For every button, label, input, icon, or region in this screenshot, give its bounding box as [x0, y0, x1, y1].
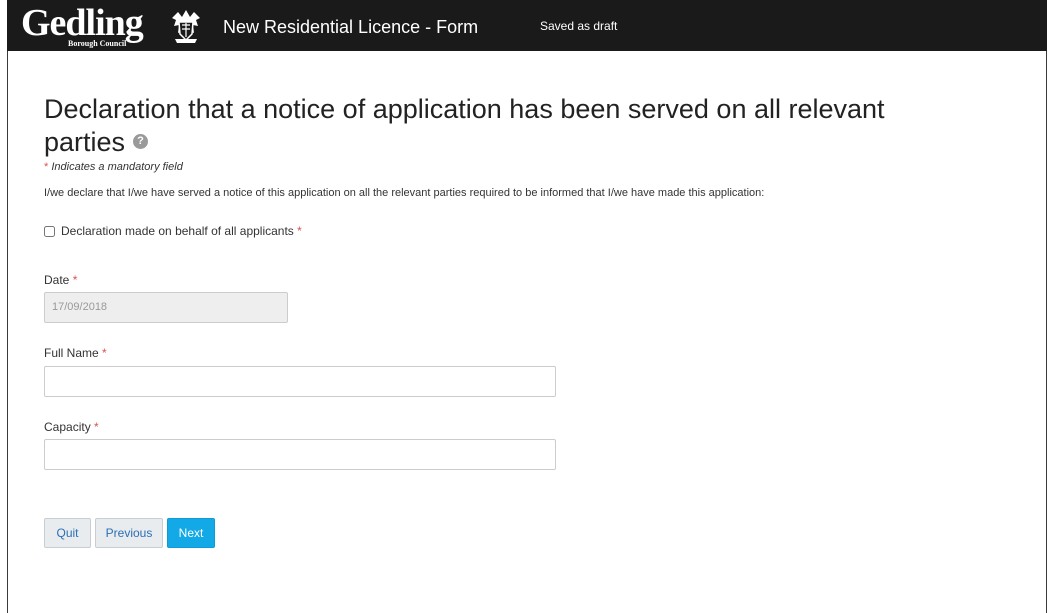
capacity-label-text: Capacity	[44, 420, 91, 434]
app-title: New Residential Licence - Form	[223, 17, 479, 37]
quit-button[interactable]: Quit	[44, 518, 91, 548]
declaration-checkbox-row[interactable]: Declaration made on behalf of all applic…	[44, 224, 302, 238]
previous-button[interactable]: Previous	[95, 518, 163, 548]
next-button[interactable]: Next	[167, 518, 215, 548]
full-name-input[interactable]	[44, 366, 556, 397]
required-marker: *	[102, 346, 107, 360]
checkbox-label-text: Declaration made on behalf of all applic…	[61, 224, 294, 238]
required-marker: *	[297, 224, 302, 238]
required-marker: *	[94, 420, 99, 434]
save-status: Saved as draft	[540, 19, 618, 33]
page-heading: Declaration that a notice of application…	[44, 93, 904, 159]
required-marker: *	[44, 161, 49, 173]
council-logo[interactable]: Gedling Borough Council	[21, 2, 201, 48]
declaration-checkbox[interactable]	[44, 225, 55, 237]
header-bar: Gedling Borough Council New Residential …	[7, 0, 1047, 51]
checkbox-label: Declaration made on behalf of all applic…	[61, 224, 302, 238]
full-name-label: Full Name *	[44, 346, 107, 360]
page-heading-text: Declaration that a notice of application…	[44, 94, 885, 157]
logo-subtext: Borough Council	[68, 39, 127, 48]
required-marker: *	[72, 273, 78, 287]
crest-icon	[172, 10, 200, 43]
capacity-label: Capacity *	[44, 420, 99, 434]
date-label-text: Date	[44, 273, 70, 287]
help-icon[interactable]: ?	[133, 134, 149, 150]
mandatory-note-text: Indicates a mandatory field	[51, 161, 183, 173]
date-label: Date *	[44, 273, 77, 287]
mandatory-note: * Indicates a mandatory field	[44, 161, 183, 173]
full-name-label-text: Full Name	[44, 346, 99, 360]
date-field[interactable]: 17/09/2018	[44, 292, 288, 323]
logo-wordmark: Gedling	[21, 2, 144, 44]
capacity-input[interactable]	[44, 439, 556, 470]
declaration-text: I/we declare that I/we have served a not…	[44, 187, 765, 199]
